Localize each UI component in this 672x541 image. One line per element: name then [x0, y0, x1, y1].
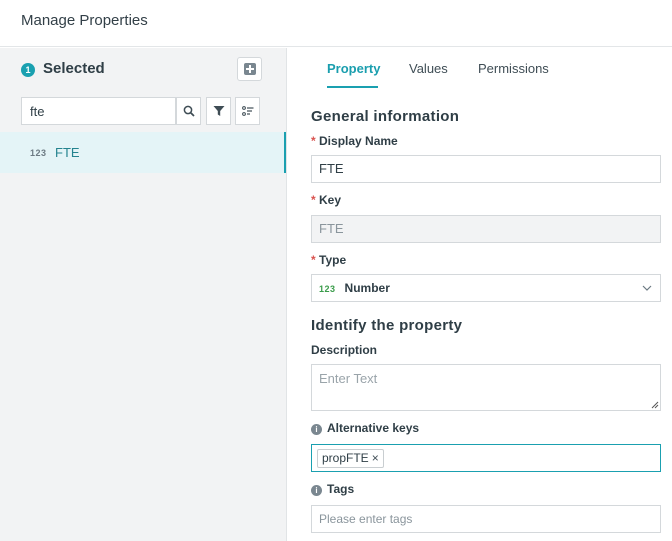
number-type-icon: 123	[319, 284, 336, 294]
required-marker: *	[311, 193, 316, 207]
key-field: FTE	[311, 215, 661, 243]
filter-button[interactable]	[206, 97, 231, 125]
list-item[interactable]: 123 FTE	[0, 132, 286, 173]
tab-values[interactable]: Values	[409, 61, 448, 76]
description-textarea[interactable]: Enter Text	[311, 364, 661, 411]
identify-property-heading: Identify the property	[311, 317, 463, 334]
tags-input[interactable]: Please enter tags	[311, 505, 661, 533]
required-marker: *	[311, 253, 316, 267]
key-label: * Key	[311, 193, 341, 207]
description-placeholder: Enter Text	[319, 371, 378, 386]
type-label: * Type	[311, 253, 346, 267]
chip-label: propFTE	[322, 451, 369, 465]
filter-icon	[213, 106, 225, 116]
tab-property[interactable]: Property	[327, 61, 380, 76]
description-label: Description	[311, 343, 378, 357]
type-selected-value: Number	[344, 281, 390, 295]
tags-label: i Tags	[311, 482, 354, 496]
info-icon: i	[311, 485, 322, 496]
key-label-text: Key	[319, 193, 342, 207]
add-property-button[interactable]	[237, 57, 262, 81]
type-select[interactable]: 123 Number	[311, 274, 661, 302]
number-type-icon: 123	[30, 148, 47, 158]
app-header: Manage Properties	[0, 0, 672, 47]
tags-label-text: Tags	[327, 482, 355, 496]
alternative-keys-input[interactable]: propFTE ×	[311, 444, 661, 472]
selected-count-badge: 1	[21, 63, 35, 77]
type-label-text: Type	[319, 253, 347, 267]
search-input[interactable]	[21, 97, 176, 125]
general-information-heading: General information	[311, 108, 460, 125]
alternative-key-chip: propFTE ×	[317, 449, 384, 468]
search-icon	[183, 105, 195, 117]
selected-heading: Selected	[43, 60, 105, 77]
list-item-name: FTE	[55, 145, 80, 160]
close-icon[interactable]: ×	[372, 451, 379, 465]
sort-icon	[242, 106, 254, 116]
tags-placeholder: Please enter tags	[319, 512, 413, 526]
active-tab-indicator	[327, 86, 378, 88]
display-name-label-text: Display Name	[319, 134, 398, 148]
sort-button[interactable]	[235, 97, 260, 125]
resize-handle-icon[interactable]	[651, 401, 659, 409]
display-name-field[interactable]: FTE	[311, 155, 661, 183]
plus-square-icon	[244, 63, 256, 75]
alternative-keys-label-text: Alternative keys	[327, 421, 420, 435]
chevron-down-icon	[642, 285, 652, 291]
page-title: Manage Properties	[21, 12, 148, 29]
tab-permissions[interactable]: Permissions	[478, 61, 549, 76]
search-button[interactable]	[176, 97, 201, 125]
info-icon: i	[311, 424, 322, 435]
required-marker: *	[311, 134, 316, 148]
display-name-label: * Display Name	[311, 134, 398, 148]
alternative-keys-label: i Alternative keys	[311, 421, 419, 435]
